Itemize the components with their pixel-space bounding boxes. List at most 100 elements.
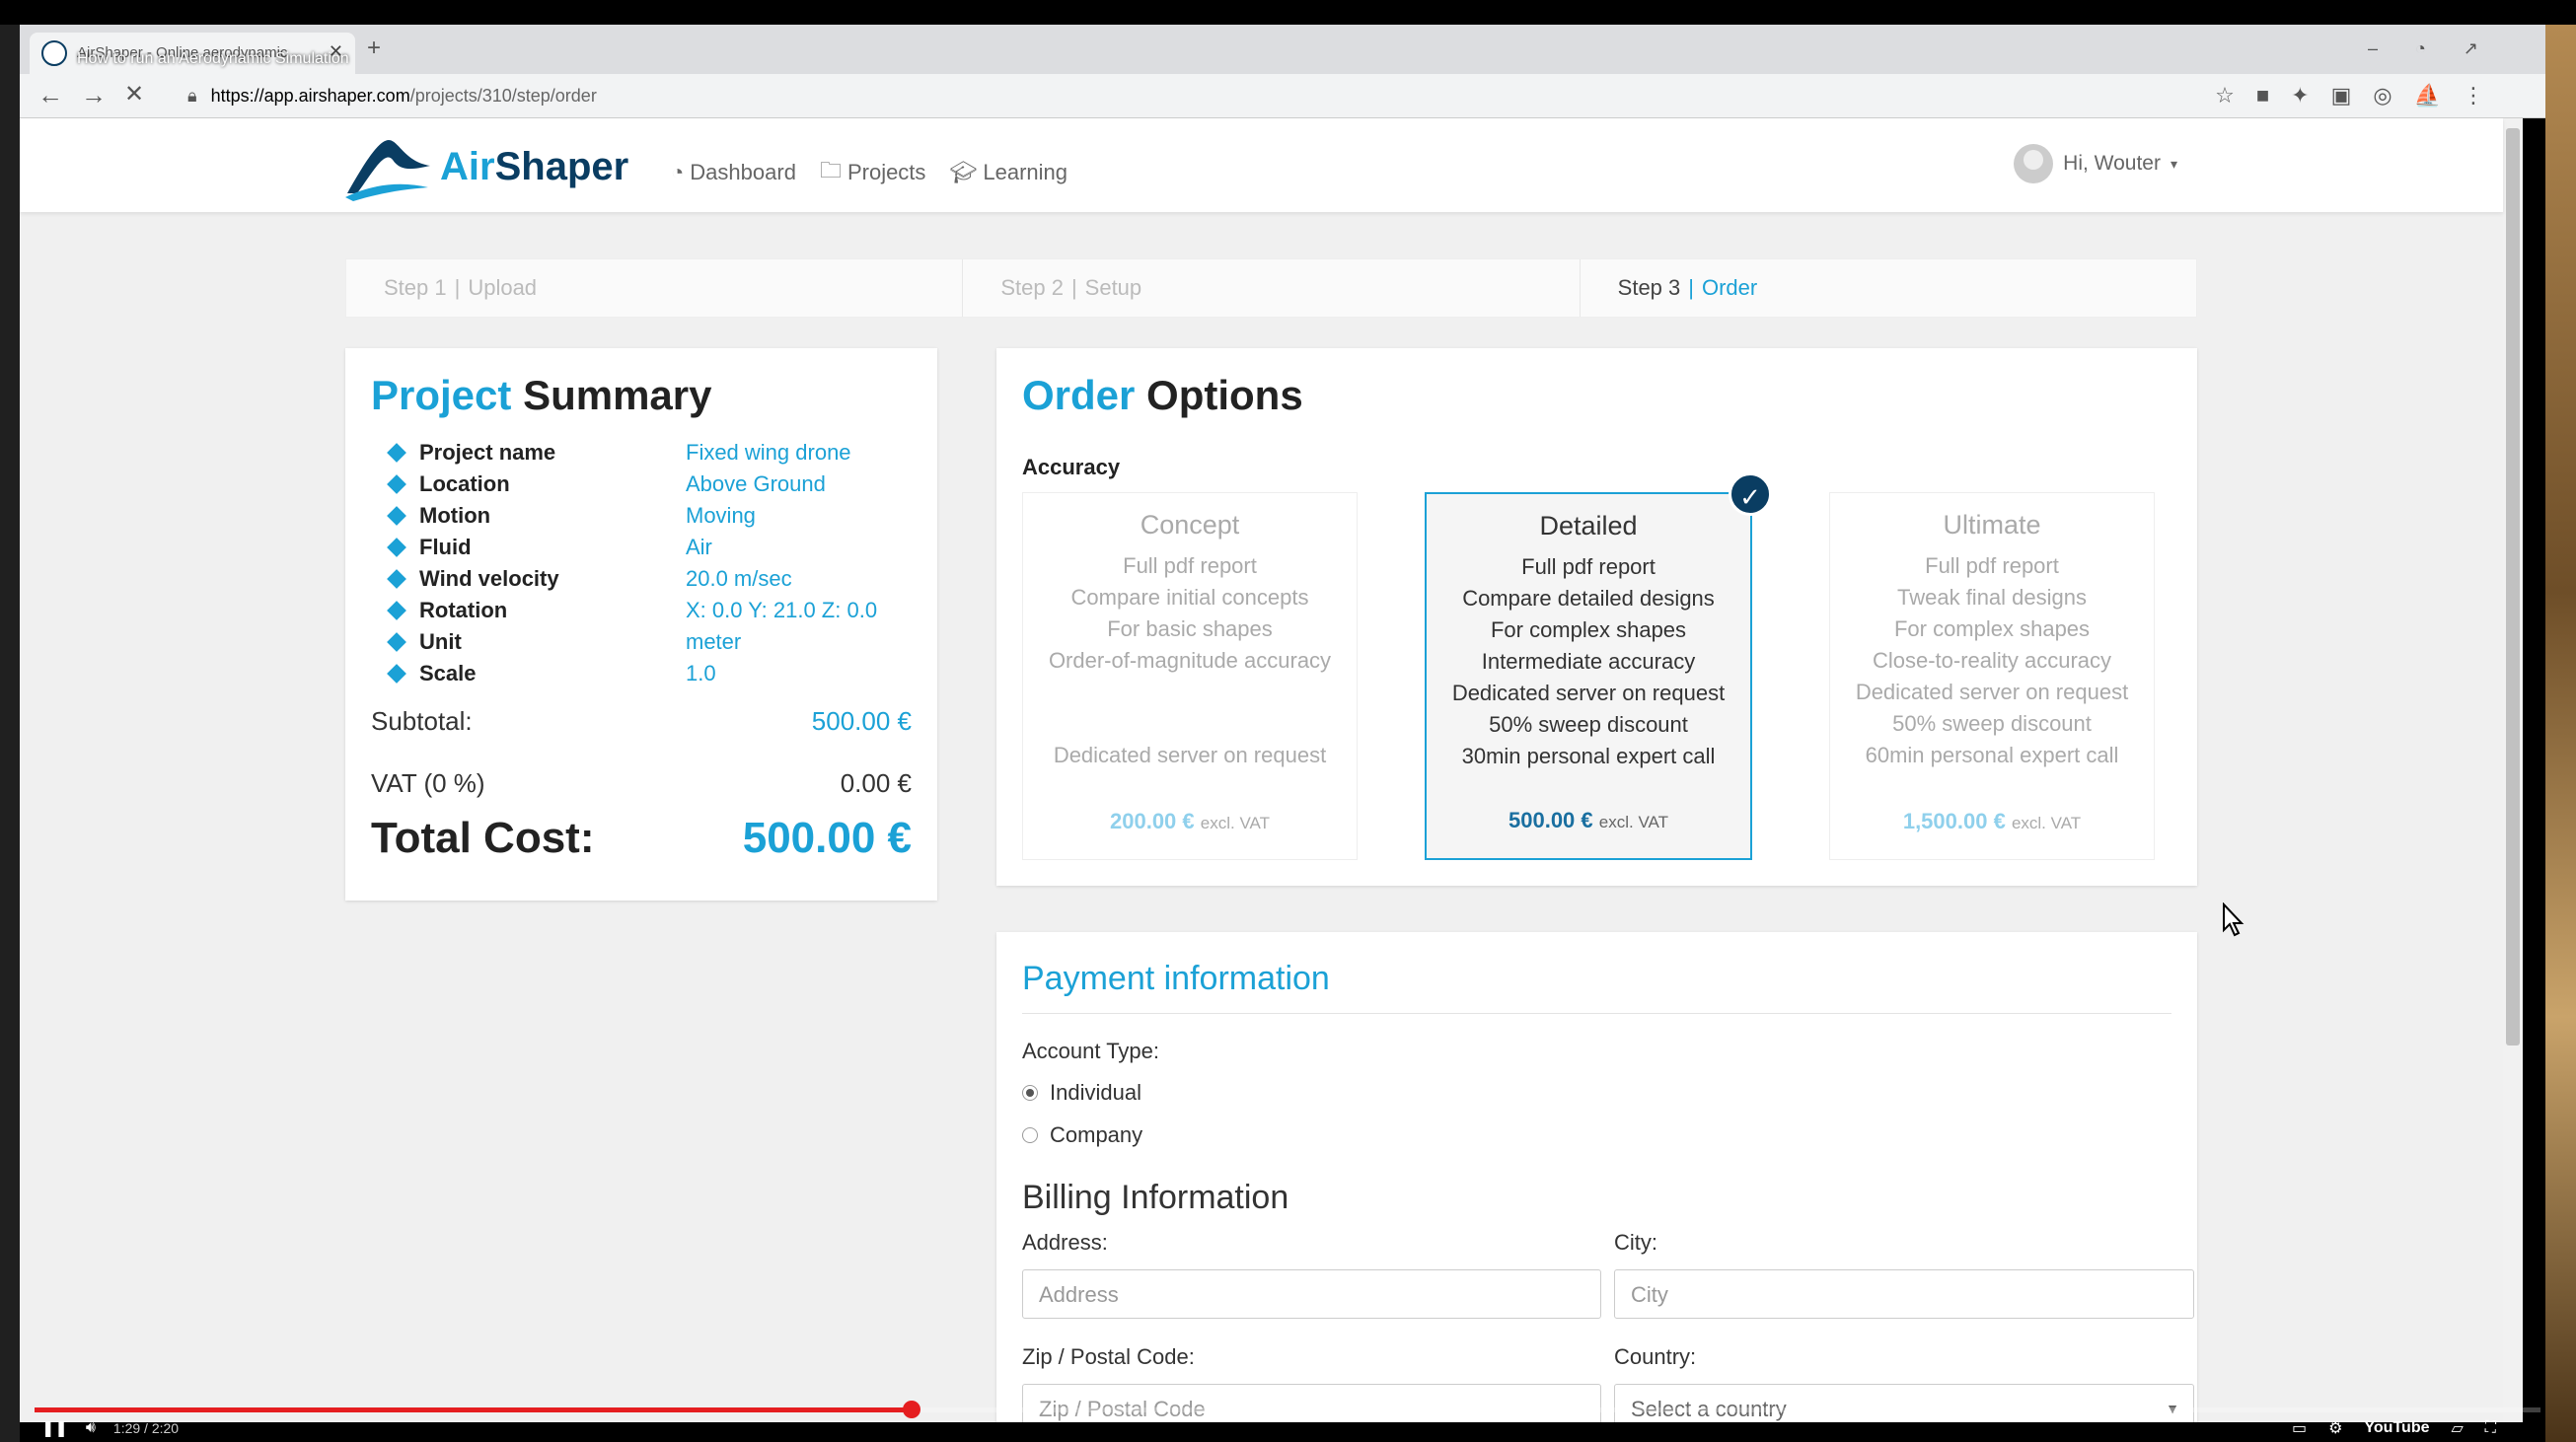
option-feature: Full pdf report: [1925, 553, 2059, 578]
diamond-bullet-icon: [387, 664, 406, 684]
stop-loading-icon[interactable]: ✕: [124, 80, 144, 108]
city-field[interactable]: City: [1614, 1269, 2194, 1319]
zip-label: Zip / Postal Code:: [1022, 1344, 1195, 1369]
menu-dashboard[interactable]: ◔ Dashboard: [671, 154, 796, 191]
total-row: Total Cost: 500.00 €: [371, 814, 912, 863]
pause-icon[interactable]: ❚❚: [41, 1418, 68, 1438]
step-setup[interactable]: Step 2 | Setup: [963, 259, 1581, 317]
option-detailed[interactable]: Detailed Full pdf report Compare detaile…: [1425, 492, 1752, 860]
user-greeting: Hi, Wouter: [2063, 152, 2161, 175]
user-menu[interactable]: Hi, Wouter ▾: [2014, 144, 2177, 183]
order-title: Order Options: [1022, 372, 1303, 418]
option-feature: Compare detailed designs: [1462, 586, 1715, 611]
diamond-bullet-icon: [387, 601, 406, 620]
divider: [1022, 1013, 2171, 1014]
airshaper-logo[interactable]: AirShaper: [343, 132, 628, 201]
step-upload[interactable]: Step 1 | Upload: [346, 259, 964, 317]
vat-row: VAT (0 %) 0.00 €: [371, 768, 912, 799]
menu-learning[interactable]: 🎓︎ Learning: [949, 154, 1067, 191]
option-concept[interactable]: Concept Full pdf report Compare initial …: [1022, 492, 1358, 860]
graduation-cap-icon: 🎓︎: [949, 160, 978, 184]
fullscreen-icon[interactable]: ⛶: [2485, 1419, 2496, 1437]
video-progress-fill: [35, 1407, 912, 1412]
option-feature: 30min personal expert call: [1461, 744, 1716, 768]
extension-icons[interactable]: ☆■✦▣◎⛵⋮: [2215, 83, 2506, 108]
list-item: Motion Moving: [387, 500, 877, 532]
menu-learning-label: Learning: [983, 160, 1068, 184]
forward-arrow-icon[interactable]: →: [81, 80, 107, 110]
subtotal-value: 500.00 €: [811, 706, 912, 736]
property-value: 1.0: [686, 661, 716, 685]
property-key: Location: [419, 471, 510, 496]
left-strip: [0, 25, 20, 1442]
property-value: 20.0 m/sec: [686, 566, 792, 591]
subtotal-label: Subtotal:: [371, 706, 473, 736]
radio-dot[interactable]: [1022, 1127, 1038, 1143]
property-value: Fixed wing drone: [686, 440, 851, 465]
back-arrow-icon[interactable]: ←: [37, 80, 63, 110]
menu-dashboard-label: Dashboard: [690, 160, 796, 184]
option-feature: Dedicated server on request: [1451, 681, 1726, 705]
youtube-logo[interactable]: YouTube: [2364, 1419, 2429, 1437]
city-label: City:: [1614, 1230, 1657, 1255]
step-label: Upload: [468, 275, 538, 300]
scrollbar-thumb[interactable]: [2506, 128, 2520, 1045]
list-item: Fluid Air: [387, 532, 877, 563]
subtotal-row: Subtotal: 500.00 €: [371, 706, 912, 737]
summary-title: Project Summary: [371, 372, 712, 418]
payment-title: Payment information: [1022, 960, 1330, 997]
url-field[interactable]: 🔒︎ https://app.airshaper.com/projects/310…: [187, 86, 597, 107]
video-title: How to run an Aerodynamic Simulation: [77, 50, 349, 67]
option-feature: Intermediate accuracy: [1481, 649, 1696, 674]
menu-projects[interactable]: 🗀︎ Projects: [820, 154, 926, 191]
volume-icon[interactable]: 🔊︎: [86, 1419, 96, 1437]
property-value: meter: [686, 629, 742, 654]
vat-label: VAT (0 %): [371, 768, 485, 798]
captions-icon[interactable]: ▭: [2292, 1418, 2307, 1438]
settings-gear-icon[interactable]: ⚙︎: [2328, 1418, 2342, 1438]
top-black-bar: [0, 0, 2576, 25]
option-price: 200.00 € excl. VAT: [1110, 809, 1270, 833]
window-controls[interactable]: –◔↗: [2368, 38, 2516, 59]
url-path: /projects/310/step/order: [409, 86, 597, 106]
step-number: Step 3: [1617, 275, 1681, 300]
property-key: Unit: [419, 629, 462, 654]
step-label: Setup: [1084, 275, 1142, 300]
radio-company[interactable]: Company: [1022, 1122, 1142, 1148]
step-number: Step 2: [1000, 275, 1064, 300]
step-label: Order: [1701, 275, 1758, 300]
list-item: Project name Fixed wing drone: [387, 437, 877, 469]
vat-value: 0.00 €: [840, 768, 912, 798]
option-feature: Tweak final designs: [1897, 585, 2087, 610]
property-value: Above Ground: [686, 471, 826, 496]
radio-dot-selected[interactable]: [1022, 1085, 1038, 1101]
country-label: Country:: [1614, 1344, 1697, 1369]
diamond-bullet-icon: [387, 538, 406, 557]
option-title: Concept: [1140, 510, 1240, 540]
airshaper-favicon-icon: [41, 40, 67, 66]
web-page: AirShaper ◔ Dashboard 🗀︎ Projects 🎓︎ Learni…: [20, 118, 2523, 1422]
option-feature: 60min personal expert call: [1865, 743, 2119, 767]
project-summary-card: Project Summary Project name Fixed wing d…: [345, 348, 937, 901]
scrollbar[interactable]: [2503, 118, 2523, 1422]
diamond-bullet-icon: [387, 632, 406, 652]
list-item: Scale 1.0: [387, 658, 877, 689]
cast-icon[interactable]: ▱: [2451, 1418, 2463, 1438]
diamond-bullet-icon: [387, 443, 406, 463]
url-domain: https://app.airshaper.com: [210, 86, 410, 106]
radio-individual[interactable]: Individual: [1022, 1080, 1141, 1106]
address-field[interactable]: Address: [1022, 1269, 1601, 1319]
video-progress-bar[interactable]: [35, 1401, 2540, 1418]
option-ultimate[interactable]: Ultimate Full pdf report Tweak final des…: [1829, 492, 2155, 860]
option-price: 500.00 € excl. VAT: [1509, 808, 1668, 832]
brand-name: AirShaper: [440, 144, 629, 188]
list-item: Wind velocity 20.0 m/sec: [387, 563, 877, 595]
step-order[interactable]: Step 3 | Order: [1581, 259, 2196, 317]
video-controls-right: ▭ ⚙︎ YouTube ▱ ⛶: [2292, 1418, 2496, 1438]
property-value: Moving: [686, 503, 756, 528]
option-title: Ultimate: [1943, 510, 2041, 540]
property-value: Air: [686, 535, 712, 559]
new-tab-icon[interactable]: +: [367, 35, 381, 62]
address-bar: ← → ✕ 🔒︎ https://app.airshaper.com/projec…: [20, 74, 2545, 118]
mouse-cursor-icon: [2223, 902, 2245, 937]
